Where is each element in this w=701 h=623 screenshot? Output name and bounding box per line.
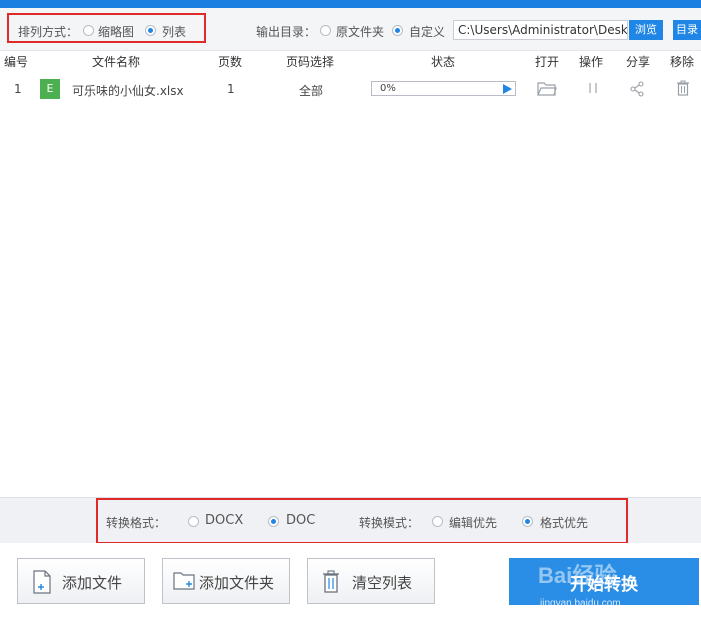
row-progress-bar: 0%	[371, 81, 516, 96]
table-row[interactable]: 1 E 可乐味的小仙女.xlsx 1 全部 0%	[0, 73, 701, 105]
add-folder-label: 添加文件夹	[199, 574, 275, 592]
format-doc-label[interactable]: DOC	[286, 513, 315, 528]
browse-button[interactable]: 浏览	[629, 20, 663, 40]
row-page-range[interactable]: 全部	[299, 82, 323, 99]
mode-label: 转换模式：	[359, 516, 420, 530]
open-dir-button[interactable]: 目录	[673, 20, 701, 40]
sort-thumbnail-label[interactable]: 缩略图	[98, 23, 134, 40]
col-filename: 文件名称	[92, 55, 141, 69]
table-header: 编号 文件名称 页数 页码选择 状态 打开 操作 分享 移除	[0, 51, 701, 71]
watermark-url: jingyan.baidu.com	[540, 598, 621, 609]
col-open: 打开	[535, 55, 560, 69]
output-path-input[interactable]: C:\Users\Administrator\Deskto	[453, 20, 628, 40]
mode-edit-radio[interactable]	[432, 516, 443, 527]
output-label: 输出目录：	[256, 25, 317, 39]
format-doc-radio[interactable]	[268, 516, 279, 527]
pause-icon[interactable]	[587, 81, 599, 95]
col-share: 分享	[626, 55, 651, 69]
clear-list-label: 清空列表	[352, 574, 413, 592]
watermark-logo: Bai经验	[538, 563, 617, 588]
add-file-label: 添加文件	[62, 574, 123, 592]
col-page-range: 页码选择	[286, 55, 335, 69]
mode-format-label[interactable]: 格式优先	[540, 514, 588, 531]
format-label: 转换格式：	[106, 516, 167, 530]
clear-list-icon	[323, 570, 339, 593]
mode-edit-label[interactable]: 编辑优先	[449, 514, 497, 531]
sort-thumbnail-radio[interactable]	[83, 25, 94, 36]
conversion-options-bar: 转换格式： DOCX DOC 转换模式： 编辑优先 格式优先	[0, 497, 701, 544]
mode-format-radio[interactable]	[522, 516, 533, 527]
col-pages: 页数	[218, 55, 243, 69]
add-folder-button[interactable]: 添加文件夹	[162, 558, 290, 604]
add-file-button[interactable]: 添加文件	[17, 558, 145, 604]
progress-text: 0%	[380, 83, 396, 94]
format-docx-radio[interactable]	[188, 516, 199, 527]
sort-list-radio[interactable]	[145, 25, 156, 36]
col-index: 编号	[4, 55, 29, 69]
row-filename: 可乐味的小仙女.xlsx	[72, 84, 184, 98]
output-original-radio[interactable]	[320, 25, 331, 36]
open-folder-icon[interactable]	[537, 80, 557, 97]
row-index: 1	[14, 82, 22, 96]
col-remove: 移除	[670, 55, 695, 69]
excel-file-icon: E	[40, 79, 60, 99]
output-custom-radio[interactable]	[392, 25, 403, 36]
sort-list-label[interactable]: 列表	[162, 23, 186, 40]
format-docx-label[interactable]: DOCX	[205, 513, 243, 528]
output-original-label[interactable]: 原文件夹	[336, 23, 384, 40]
trash-icon[interactable]	[676, 80, 690, 97]
toolbar: 排列方式： 缩略图 列表 输出目录： 原文件夹 自定义 C:\Users\Adm…	[0, 8, 701, 51]
col-status: 状态	[431, 55, 456, 69]
col-action: 操作	[579, 55, 604, 69]
sort-label: 排列方式：	[18, 25, 79, 39]
clear-list-button[interactable]: 清空列表	[307, 558, 435, 604]
add-file-icon	[33, 570, 51, 594]
output-custom-label[interactable]: 自定义	[409, 23, 445, 40]
play-icon[interactable]	[503, 84, 512, 94]
row-pages: 1	[227, 82, 235, 96]
share-icon[interactable]	[629, 81, 645, 97]
window-top-strip	[0, 0, 701, 8]
add-folder-icon	[173, 572, 195, 590]
